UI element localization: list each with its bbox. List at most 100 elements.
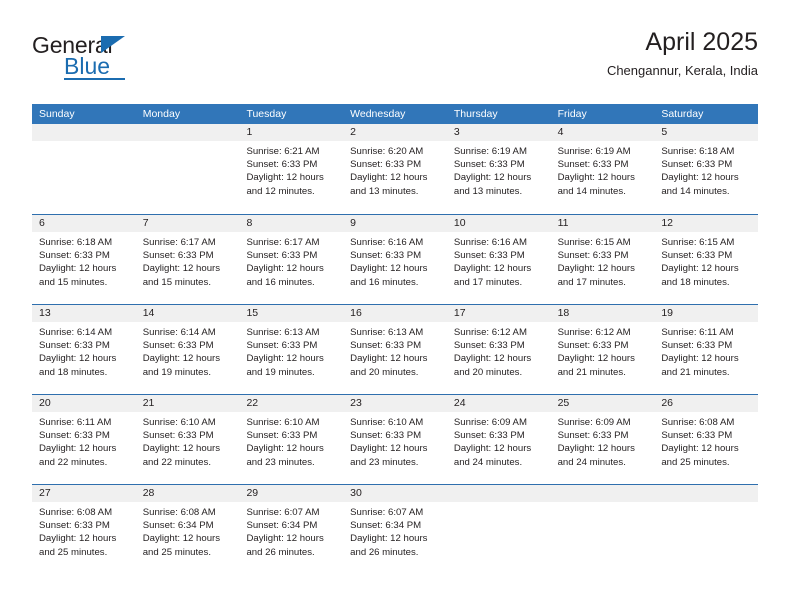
day-cell-22[interactable]: 22 Sunrise: 6:10 AM Sunset: 6:33 PM Dayligh… — [239, 395, 344, 484]
day-cell-1[interactable]: 1 Sunrise: 6:21 AM Sunset: 6:33 PM Daylight… — [239, 124, 344, 214]
day-number — [654, 485, 759, 502]
day-cell-4[interactable]: 4 Sunrise: 6:19 AM Sunset: 6:33 PM Daylight… — [550, 124, 655, 214]
day-cell-7[interactable]: 7 Sunrise: 6:17 AM Sunset: 6:33 PM Daylight… — [135, 215, 240, 304]
day-number: 18 — [550, 305, 655, 322]
daylight-text: Daylight: 12 hours and 25 minutes. — [142, 533, 221, 558]
day-details: Sunrise: 6:17 AM Sunset: 6:33 PM Daylight:… — [239, 232, 343, 289]
day-number: 3 — [446, 124, 551, 141]
sunset-text: Sunset: 6:34 PM — [246, 520, 318, 532]
sunrise-text: Sunrise: 6:21 AM — [246, 146, 320, 157]
daylight-text: Daylight: 12 hours and 19 minutes. — [246, 353, 324, 378]
logo-text-blue: Blue — [64, 53, 111, 79]
sunrise-text: Sunrise: 6:18 AM — [39, 237, 113, 248]
day-number: 20 — [32, 395, 136, 412]
weekday-header-saturday: Saturday — [661, 108, 704, 120]
sunset-text: Sunset: 6:33 PM — [246, 159, 318, 171]
day-cell-6[interactable]: 6 Sunrise: 6:18 AM Sunset: 6:33 PM Daylight… — [32, 215, 136, 304]
day-number: 11 — [550, 215, 655, 232]
day-details: Sunrise: 6:14 AM Sunset: 6:33 PM Daylight:… — [136, 322, 240, 379]
day-cell-23[interactable]: 23 Sunrise: 6:10 AM Sunset: 6:33 PM Dayligh… — [343, 395, 447, 484]
day-cell-16[interactable]: 16 Sunrise: 6:13 AM Sunset: 6:33 PM Dayligh… — [343, 305, 447, 394]
day-cell-29[interactable]: 29 Sunrise: 6:07 AM Sunset: 6:34 PM Dayligh… — [239, 485, 344, 574]
day-number: 17 — [446, 305, 551, 322]
sunset-text: Sunset: 6:33 PM — [142, 340, 214, 352]
daylight-text: Daylight: 12 hours and 16 minutes. — [246, 263, 324, 288]
sunset-text: Sunset: 6:33 PM — [557, 159, 629, 171]
calendar-week-row: 1 Sunrise: 6:21 AM Sunset: 6:33 PM Daylight… — [32, 124, 759, 214]
day-details: Sunrise: 6:11 AM Sunset: 6:33 PM Daylight:… — [654, 322, 758, 379]
day-cell-11[interactable]: 11 Sunrise: 6:15 AM Sunset: 6:33 PM Dayligh… — [550, 215, 655, 304]
sunrise-text: Sunrise: 6:10 AM — [246, 417, 320, 428]
sunset-text: Sunset: 6:33 PM — [557, 430, 629, 442]
day-number: 5 — [654, 124, 759, 141]
sunrise-text: Sunrise: 6:17 AM — [142, 237, 216, 248]
sunset-text: Sunset: 6:33 PM — [246, 250, 318, 262]
sunrise-text: Sunrise: 6:11 AM — [39, 417, 112, 428]
day-cell-13[interactable]: 13 Sunrise: 6:14 AM Sunset: 6:33 PM Dayligh… — [32, 305, 136, 394]
day-number: 8 — [239, 215, 344, 232]
day-cell-2[interactable]: 2 Sunrise: 6:20 AM Sunset: 6:33 PM Daylight… — [343, 124, 447, 214]
day-cell-30[interactable]: 30 Sunrise: 6:07 AM Sunset: 6:34 PM Dayligh… — [343, 485, 447, 574]
day-number: 30 — [343, 485, 447, 502]
daylight-text: Daylight: 12 hours and 16 minutes. — [350, 263, 428, 288]
day-number — [446, 485, 551, 502]
day-cell-25[interactable]: 25 Sunrise: 6:09 AM Sunset: 6:33 PM Dayligh… — [550, 395, 655, 484]
sunrise-text: Sunrise: 6:13 AM — [246, 327, 320, 338]
sunset-text: Sunset: 6:34 PM — [350, 520, 422, 532]
day-cell-20[interactable]: 20 Sunrise: 6:11 AM Sunset: 6:33 PM Dayligh… — [32, 395, 136, 484]
day-cell-12[interactable]: 12 Sunrise: 6:15 AM Sunset: 6:33 PM Dayligh… — [654, 215, 759, 304]
weekday-header-monday: Monday — [142, 108, 181, 120]
sunrise-text: Sunrise: 6:07 AM — [350, 507, 424, 518]
day-number: 27 — [32, 485, 136, 502]
day-number: 22 — [239, 395, 344, 412]
day-cell-9[interactable]: 9 Sunrise: 6:16 AM Sunset: 6:33 PM Daylight… — [343, 215, 447, 304]
daylight-text: Daylight: 12 hours and 21 minutes. — [557, 353, 635, 378]
daylight-text: Daylight: 12 hours and 14 minutes. — [661, 172, 739, 197]
day-details: Sunrise: 6:12 AM Sunset: 6:33 PM Daylight:… — [551, 322, 655, 379]
general-blue-logo[interactable]: General Blue — [32, 34, 212, 90]
day-cell-5[interactable]: 5 Sunrise: 6:18 AM Sunset: 6:33 PM Daylight… — [654, 124, 759, 214]
day-cell-3[interactable]: 3 Sunrise: 6:19 AM Sunset: 6:33 PM Daylight… — [446, 124, 551, 214]
day-number: 24 — [446, 395, 551, 412]
day-cell-14[interactable]: 14 Sunrise: 6:14 AM Sunset: 6:33 PM Dayligh… — [135, 305, 240, 394]
page-subtitle: Chengannur, Kerala, India — [606, 62, 758, 78]
sunset-text: Sunset: 6:33 PM — [39, 250, 110, 262]
day-cell-15[interactable]: 15 Sunrise: 6:13 AM Sunset: 6:33 PM Dayligh… — [239, 305, 344, 394]
sunrise-text: Sunrise: 6:08 AM — [39, 507, 113, 518]
calendar-week-row: 20 Sunrise: 6:11 AM Sunset: 6:33 PM Dayligh… — [32, 394, 759, 484]
daylight-text: Daylight: 12 hours and 18 minutes. — [39, 353, 117, 378]
day-cell-19[interactable]: 19 Sunrise: 6:11 AM Sunset: 6:33 PM Dayligh… — [654, 305, 759, 394]
sunrise-text: Sunrise: 6:18 AM — [661, 146, 735, 157]
day-cell-empty — [135, 124, 240, 214]
day-number: 29 — [239, 485, 344, 502]
sunset-text: Sunset: 6:33 PM — [453, 430, 525, 442]
day-number: 28 — [135, 485, 240, 502]
sunrise-text: Sunrise: 6:14 AM — [39, 327, 113, 338]
weekday-header-wednesday: Wednesday — [350, 108, 406, 120]
day-details: Sunrise: 6:18 AM Sunset: 6:33 PM Daylight:… — [654, 141, 758, 198]
logo-underline — [64, 78, 125, 80]
day-cell-27[interactable]: 27 Sunrise: 6:08 AM Sunset: 6:33 PM Dayligh… — [32, 485, 136, 574]
page-header: General Blue April 2025 Chengannur, Kera… — [32, 28, 758, 90]
day-number: 1 — [239, 124, 344, 141]
daylight-text: Daylight: 12 hours and 26 minutes. — [350, 533, 428, 558]
daylight-text: Daylight: 12 hours and 26 minutes. — [246, 533, 324, 558]
day-cell-26[interactable]: 26 Sunrise: 6:08 AM Sunset: 6:33 PM Dayligh… — [654, 395, 759, 484]
day-details: Sunrise: 6:16 AM Sunset: 6:33 PM Daylight:… — [447, 232, 551, 289]
day-cell-21[interactable]: 21 Sunrise: 6:10 AM Sunset: 6:33 PM Dayligh… — [135, 395, 240, 484]
day-cell-28[interactable]: 28 Sunrise: 6:08 AM Sunset: 6:34 PM Dayligh… — [135, 485, 240, 574]
title-block: April 2025 Chengannur, Kerala, India — [607, 28, 758, 79]
day-details: Sunrise: 6:16 AM Sunset: 6:33 PM Daylight:… — [343, 232, 447, 289]
daylight-text: Daylight: 12 hours and 12 minutes. — [246, 172, 324, 197]
day-details: Sunrise: 6:19 AM Sunset: 6:33 PM Daylight:… — [447, 141, 551, 198]
day-number: 2 — [343, 124, 447, 141]
day-cell-24[interactable]: 24 Sunrise: 6:09 AM Sunset: 6:33 PM Dayligh… — [446, 395, 551, 484]
day-details: Sunrise: 6:09 AM Sunset: 6:33 PM Daylight:… — [447, 412, 551, 469]
day-cell-18[interactable]: 18 Sunrise: 6:12 AM Sunset: 6:33 PM Dayligh… — [550, 305, 655, 394]
day-cell-17[interactable]: 17 Sunrise: 6:12 AM Sunset: 6:33 PM Dayligh… — [446, 305, 551, 394]
day-cell-8[interactable]: 8 Sunrise: 6:17 AM Sunset: 6:33 PM Daylight… — [239, 215, 344, 304]
daylight-text: Daylight: 12 hours and 25 minutes. — [39, 533, 117, 558]
day-details: Sunrise: 6:10 AM Sunset: 6:33 PM Daylight:… — [239, 412, 343, 469]
day-cell-10[interactable]: 10 Sunrise: 6:16 AM Sunset: 6:33 PM Dayligh… — [446, 215, 551, 304]
day-details: Sunrise: 6:17 AM Sunset: 6:33 PM Daylight:… — [136, 232, 240, 289]
